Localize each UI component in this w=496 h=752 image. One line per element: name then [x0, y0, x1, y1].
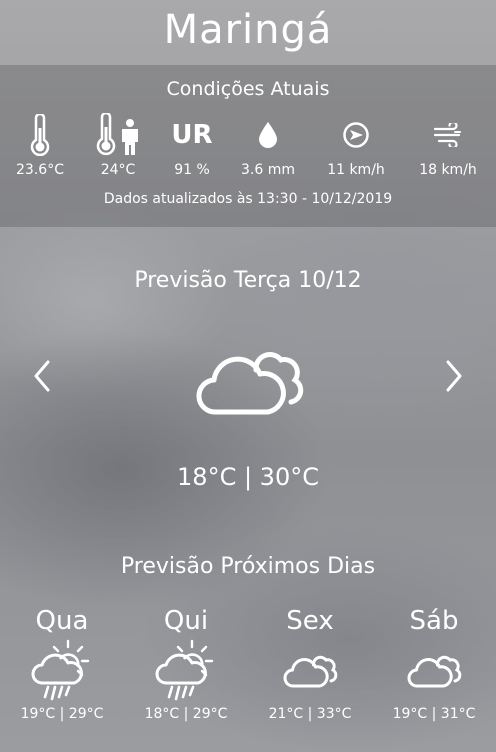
day-forecast: Qua 19°C | 29°C: [12, 604, 112, 722]
raindrop-icon: [259, 122, 277, 148]
day-forecast: Sex 21°C | 33°C: [260, 604, 360, 722]
metric-wind: 11 km/h: [316, 112, 396, 178]
chevron-left-icon[interactable]: [28, 356, 56, 396]
metric-value: 3.6 mm: [241, 162, 295, 178]
current-conditions-title: Condições Atuais: [166, 78, 330, 100]
metric-value: 18 km/h: [419, 162, 477, 178]
forecast-title: Previsão Terça 10/12: [134, 268, 362, 293]
day-temp-range: 21°C | 33°C: [268, 706, 352, 722]
day-forecast: Qui 18°C | 29°C: [136, 604, 236, 722]
chevron-right-icon[interactable]: [440, 356, 468, 396]
day-temp-range: 19°C | 31°C: [392, 706, 476, 722]
metric-value: 11 km/h: [327, 162, 385, 178]
metric-humidity: UR 91 %: [152, 112, 232, 178]
cloudy-icon: [283, 655, 338, 688]
city-title: Maringá: [163, 7, 333, 53]
sun-cloud-rain-icon: [31, 639, 90, 701]
day-name: Sex: [286, 606, 334, 636]
day-name: Qua: [35, 606, 89, 636]
metric-feels-like: 24°C: [78, 112, 158, 178]
forecast-temperature: 18°C | 30°C: [177, 463, 319, 491]
day-temp-range: 19°C | 29°C: [20, 706, 104, 722]
day-name: Qui: [163, 606, 209, 636]
day-name: Sáb: [409, 606, 459, 636]
thermometer-icon: [30, 114, 50, 156]
metric-value: 23.6°C: [16, 162, 64, 178]
metric-value: 91 %: [174, 162, 210, 178]
day-forecast: Sáb 19°C | 31°C: [384, 604, 484, 722]
day-temp-range: 18°C | 29°C: [144, 706, 228, 722]
next-days-title: Previsão Próximos Dias: [120, 554, 376, 579]
metric-rain: 3.6 mm: [228, 112, 308, 178]
cloudy-icon: [196, 352, 304, 415]
cloudy-icon: [407, 655, 462, 688]
metric-value: 24°C: [100, 162, 136, 178]
humidity-ur-icon: UR: [171, 120, 213, 150]
metric-temperature: 23.6°C: [0, 112, 80, 178]
metric-wind-gust: 18 km/h: [408, 112, 488, 178]
wind-gust-icon: [433, 123, 461, 147]
feels-like-icon: [96, 113, 138, 156]
wind-direction-icon: [343, 122, 369, 148]
sun-cloud-rain-icon: [155, 639, 214, 701]
updated-timestamp: Dados atualizados às 13:30 - 10/12/2019: [103, 191, 393, 207]
current-metrics: 23.6°C 24°C UR 91 % 3.6 mm 11 km/h 18 km…: [0, 112, 496, 184]
